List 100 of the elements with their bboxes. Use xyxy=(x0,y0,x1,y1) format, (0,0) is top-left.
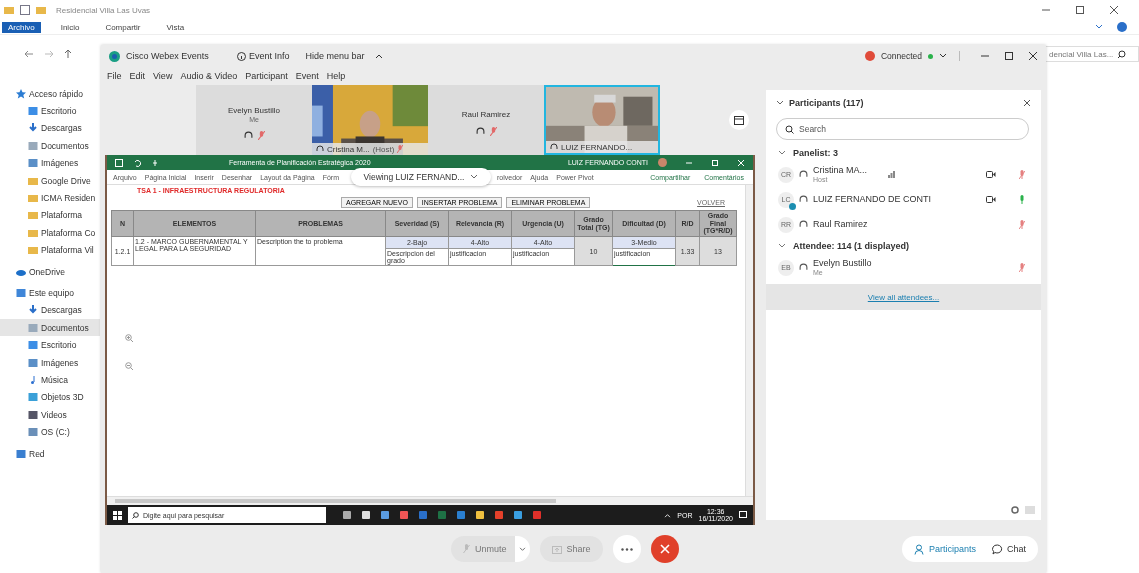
video-tile[interactable]: LUIZ FERNANDO... xyxy=(544,85,660,155)
nav-item[interactable]: Videos xyxy=(0,406,100,424)
network-icon xyxy=(16,448,26,459)
chevron-icon[interactable] xyxy=(1095,23,1103,31)
webex-logo-icon xyxy=(109,50,120,62)
menu-item[interactable]: Participant xyxy=(245,71,288,81)
nav-item[interactable]: Documentos xyxy=(0,137,100,155)
ribbon-tab[interactable]: Archivo xyxy=(2,21,41,33)
section-header[interactable]: Panelist: 3 xyxy=(766,144,1041,162)
image-icon xyxy=(28,158,38,169)
settings-icon[interactable] xyxy=(1011,506,1019,514)
chat-button[interactable]: Chat xyxy=(986,538,1032,560)
nav-item[interactable]: OneDrive xyxy=(0,262,100,281)
nav-item[interactable]: Acceso rápido xyxy=(0,85,100,103)
muted-mic-icon[interactable] xyxy=(1019,219,1025,230)
ribbon-tab[interactable]: Compartir xyxy=(99,21,147,33)
nav-item[interactable]: Este equipo xyxy=(0,284,100,302)
close-icon xyxy=(659,544,670,554)
participant-name: LUIZ FERNANDO DE CONTI xyxy=(813,194,931,205)
close-icon[interactable] xyxy=(1023,99,1031,107)
nav-item[interactable]: Google Drive xyxy=(0,171,100,190)
layout-button[interactable] xyxy=(729,110,749,130)
caret-icon xyxy=(470,174,479,180)
maximize-icon[interactable] xyxy=(1004,51,1014,61)
name-label: LUIZ FERNANDO... xyxy=(546,141,658,153)
document-icon xyxy=(28,140,38,151)
panel-title: Participants (117) xyxy=(789,98,864,108)
menu-item[interactable]: Audio & Video xyxy=(180,71,238,81)
nav-item[interactable]: Objetos 3D xyxy=(0,388,100,407)
nav-item[interactable]: Imágenes xyxy=(0,154,100,172)
muted-mic-icon[interactable] xyxy=(1019,169,1025,180)
music-icon xyxy=(28,374,38,385)
close-icon[interactable] xyxy=(1028,51,1038,61)
nav-item[interactable]: Escritorio xyxy=(0,102,100,120)
close-icon[interactable] xyxy=(1109,5,1119,15)
ribbon-tab[interactable]: Inicio xyxy=(54,21,86,33)
search-icon xyxy=(1117,49,1127,59)
menu-item[interactable]: Event xyxy=(295,71,319,81)
save-icon[interactable] xyxy=(20,5,30,15)
section-header[interactable]: Attendee: 114 (1 displayed) xyxy=(766,237,1041,255)
undo-icon[interactable] xyxy=(133,158,141,167)
nav-item[interactable]: Documentos xyxy=(0,319,100,337)
chevron-up-icon[interactable] xyxy=(664,512,672,518)
view-all-link[interactable]: View all attendees... xyxy=(867,292,940,302)
status-icon xyxy=(864,51,875,61)
nav-item[interactable]: ICMA Residen xyxy=(0,189,100,207)
nav-item[interactable]: Plataforma Vil xyxy=(0,241,100,259)
chevron-icon xyxy=(778,150,786,156)
participant-name: Evelyn Bustillo xyxy=(228,106,280,115)
nav-item[interactable]: Escritorio xyxy=(0,336,100,354)
download-icon xyxy=(28,123,38,134)
muted-mic-icon xyxy=(463,544,470,554)
up-arrow-icon[interactable] xyxy=(64,49,72,59)
search-field[interactable]: dencial Villa Las... xyxy=(1045,46,1139,62)
back-arrow-icon[interactable] xyxy=(24,50,34,58)
muted-mic-icon[interactable] xyxy=(1019,262,1025,273)
windows-start-icon[interactable] xyxy=(113,510,122,520)
layout-icon xyxy=(734,115,744,125)
app-name: Cisco Webex Events xyxy=(126,51,209,61)
folder-icon xyxy=(28,227,38,238)
event-info-button[interactable]: Event Info xyxy=(228,51,290,61)
nav-item[interactable]: Imágenes xyxy=(0,353,100,372)
help-icon[interactable] xyxy=(1117,22,1127,32)
menu-item[interactable]: View xyxy=(153,71,173,81)
zoom-out-icon[interactable] xyxy=(125,362,133,370)
unmute-button[interactable]: Unmute xyxy=(451,536,515,562)
headset-icon xyxy=(550,143,558,151)
mic-icon[interactable] xyxy=(1019,194,1025,205)
participant-name: Cristina MA... xyxy=(813,165,867,176)
leave-button[interactable] xyxy=(650,535,679,563)
maximize-icon[interactable] xyxy=(1075,5,1085,15)
share-button[interactable]: Share xyxy=(539,536,603,562)
folder-icon xyxy=(4,5,14,15)
zoom-in-icon[interactable] xyxy=(125,334,133,342)
chevron-icon[interactable] xyxy=(776,100,784,106)
nav-item[interactable]: Descargas xyxy=(0,119,100,138)
ribbon-tab[interactable]: Vista xyxy=(160,21,191,33)
notification-icon[interactable] xyxy=(739,511,747,519)
nav-item[interactable]: Descargas xyxy=(0,301,100,320)
computer-icon xyxy=(16,288,26,298)
video-tile[interactable]: Cristina M... (Host) xyxy=(312,85,428,155)
person-icon xyxy=(913,543,925,555)
nav-item[interactable]: Red xyxy=(0,444,100,463)
headset-icon xyxy=(799,170,808,179)
menu-item[interactable]: File xyxy=(107,71,122,81)
scrollbar[interactable] xyxy=(745,185,753,496)
avatar-tile[interactable]: Raul Ramirez xyxy=(428,85,544,155)
participants-button[interactable]: Participants xyxy=(907,538,982,560)
hide-menu-bar-button[interactable]: Hide menu bar xyxy=(305,51,384,61)
nav-item[interactable]: OS (C:) xyxy=(0,423,100,441)
scrollbar[interactable] xyxy=(107,496,753,505)
chat-icon xyxy=(992,543,1003,555)
viewing-dropdown[interactable]: Viewing LUIZ FERNAND... xyxy=(351,168,491,186)
nav-item[interactable]: Plataforma xyxy=(0,206,100,225)
nav-item[interactable]: Música xyxy=(0,371,100,389)
chevron-icon[interactable] xyxy=(939,53,947,59)
nav-item[interactable]: Plataforma Co xyxy=(0,224,100,242)
headset-icon xyxy=(316,145,324,153)
menu-item[interactable]: Help xyxy=(326,71,346,81)
menu-item[interactable]: Edit xyxy=(129,71,146,81)
